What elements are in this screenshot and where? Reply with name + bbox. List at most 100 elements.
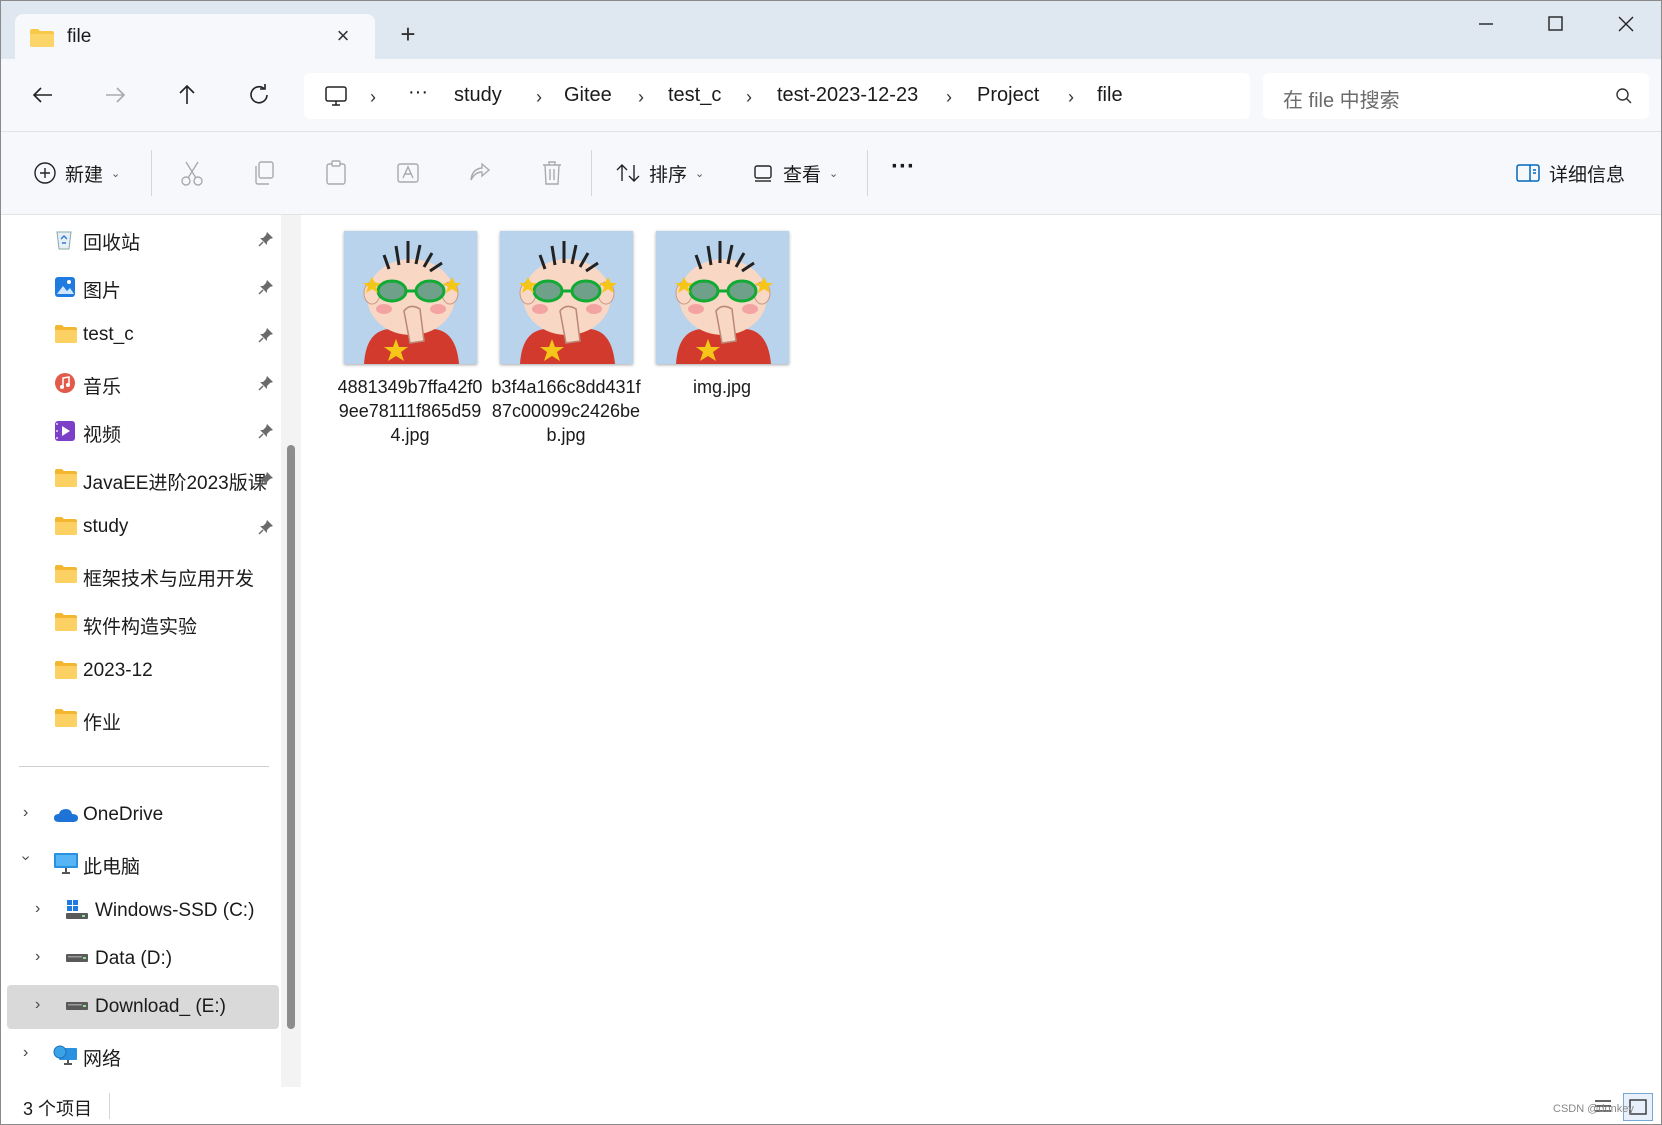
title-bar: file × +	[1, 1, 1661, 60]
sidebar-item-label: 音乐	[83, 377, 122, 398]
new-button[interactable]: 新建 ⌄	[33, 156, 120, 190]
chevron-right-icon[interactable]: ›	[23, 804, 28, 822]
sidebar-item-javaee[interactable]: JavaEE进阶2023版课	[1, 457, 279, 501]
sidebar-item-study[interactable]: study	[1, 505, 279, 549]
sidebar-item-onedrive[interactable]: › OneDrive	[1, 793, 279, 837]
navigation-bar: › ··· study › Gitee › test_c › test-2023…	[1, 59, 1661, 132]
chevron-right-icon[interactable]: ›	[23, 1044, 28, 1062]
file-item[interactable]: img.jpg	[647, 231, 797, 399]
breadcrumb-more[interactable]: ···	[408, 81, 428, 104]
sidebar-item-pictures[interactable]: 图片	[1, 265, 279, 309]
status-bar: 3 个项目 CSDN @donkey	[1, 1087, 1661, 1124]
file-name[interactable]: img.jpg	[647, 375, 797, 399]
refresh-icon[interactable]	[241, 77, 277, 113]
breadcrumb-project[interactable]: Project	[977, 84, 1039, 107]
chevron-right-icon[interactable]: ›	[35, 900, 40, 918]
sidebar-scrollbar[interactable]	[287, 445, 295, 1029]
sidebar-item-label: 回收站	[83, 233, 141, 254]
sidebar-item-label: study	[83, 516, 129, 537]
up-arrow-icon[interactable]	[169, 77, 205, 113]
sidebar-item-label: 图片	[83, 281, 122, 302]
sidebar-item-test-c[interactable]: test_c	[1, 313, 279, 357]
chevron-right-icon[interactable]: ›	[35, 948, 40, 966]
sidebar-item-framework[interactable]: 框架技术与应用开发	[1, 553, 279, 597]
chevron-right-icon[interactable]: ›	[35, 996, 40, 1014]
rename-icon[interactable]	[395, 156, 421, 190]
paste-icon[interactable]	[323, 156, 349, 190]
image-thumbnail[interactable]	[343, 231, 477, 364]
search-placeholder[interactable]: 在 file 中搜索	[1283, 84, 1400, 113]
sidebar-item-drive-d[interactable]: › Data (D:)	[1, 937, 279, 981]
chevron-down-icon: ⌄	[695, 167, 705, 180]
pin-icon[interactable]	[258, 375, 274, 391]
monitor-icon[interactable]	[324, 85, 348, 107]
copy-icon[interactable]	[251, 156, 277, 190]
file-name[interactable]: 4881349b7ffa42f09ee78111f865d594.jpg	[335, 375, 485, 447]
sidebar-item-this-pc[interactable]: › 此电脑	[1, 841, 279, 885]
breadcrumb-gitee[interactable]: Gitee	[564, 84, 612, 107]
divider	[109, 1093, 110, 1119]
file-item[interactable]: 4881349b7ffa42f09ee78111f865d594.jpg	[335, 231, 485, 447]
cut-icon[interactable]	[179, 156, 205, 190]
pin-icon[interactable]	[258, 519, 274, 535]
sidebar-item-recycle-bin[interactable]: 回收站	[1, 217, 279, 261]
breadcrumb-separator[interactable]: ›	[946, 87, 952, 108]
search-icon[interactable]	[1615, 87, 1633, 105]
breadcrumb-separator[interactable]: ›	[638, 87, 644, 108]
file-name[interactable]: b3f4a166c8dd431f87c00099c2426beb.jpg	[491, 375, 641, 447]
chevron-down-icon[interactable]: ›	[17, 855, 35, 860]
view-button[interactable]: 查看 ⌄	[751, 156, 838, 190]
close-tab-icon[interactable]: ×	[331, 24, 355, 48]
sidebar-item-videos[interactable]: 视频	[1, 409, 279, 453]
breadcrumb-file[interactable]: file	[1097, 84, 1123, 107]
breadcrumb-test-c[interactable]: test_c	[668, 84, 721, 107]
pin-icon[interactable]	[258, 471, 274, 487]
divider	[867, 150, 868, 196]
image-thumbnail[interactable]	[655, 231, 789, 364]
sort-label: 排序	[649, 164, 688, 186]
sidebar-item-label: OneDrive	[83, 804, 164, 825]
breadcrumb-separator[interactable]: ›	[746, 87, 752, 108]
close-window-icon[interactable]	[1603, 9, 1649, 39]
folder-icon	[55, 565, 77, 583]
more-options-button[interactable]: ···	[891, 150, 915, 184]
back-arrow-icon[interactable]	[25, 77, 61, 113]
sidebar-item-2023-12[interactable]: 2023-12	[1, 649, 279, 693]
details-label: 详细信息	[1549, 164, 1626, 186]
breadcrumb-separator[interactable]: ›	[1068, 87, 1074, 108]
pin-icon[interactable]	[258, 279, 274, 295]
sidebar-item-label: 2023-12	[83, 660, 153, 681]
details-pane-icon	[1516, 164, 1540, 182]
minimize-icon[interactable]	[1463, 9, 1509, 39]
pin-icon[interactable]	[258, 231, 274, 247]
address-bar[interactable]: › ··· study › Gitee › test_c › test-2023…	[304, 73, 1250, 119]
pin-icon[interactable]	[258, 423, 274, 439]
pictures-icon	[55, 277, 75, 297]
file-item[interactable]: b3f4a166c8dd431f87c00099c2426beb.jpg	[491, 231, 641, 447]
sidebar-item-network[interactable]: › 网络	[1, 1033, 279, 1077]
image-thumbnail[interactable]	[499, 231, 633, 364]
tab-file[interactable]: file ×	[15, 14, 375, 60]
breadcrumb-separator[interactable]: ›	[536, 87, 542, 108]
sidebar-item-software-lab[interactable]: 软件构造实验	[1, 601, 279, 645]
sidebar-item-drive-c[interactable]: › Windows-SSD (C:)	[1, 889, 279, 933]
sidebar-item-music[interactable]: 音乐	[1, 361, 279, 405]
delete-icon[interactable]	[539, 156, 565, 190]
share-icon[interactable]	[467, 156, 493, 190]
item-count: 3 个项目	[23, 1099, 93, 1119]
details-button[interactable]: 详细信息	[1515, 156, 1625, 190]
breadcrumb-test-2023-12-23[interactable]: test-2023-12-23	[777, 84, 918, 107]
forward-arrow-icon[interactable]	[97, 77, 133, 113]
sidebar-item-drive-e[interactable]: › Download_ (E:)	[7, 985, 279, 1029]
maximize-icon[interactable]	[1533, 9, 1579, 39]
pin-icon[interactable]	[258, 327, 274, 343]
sidebar-item-homework[interactable]: 作业	[1, 697, 279, 741]
breadcrumb-study[interactable]: study	[454, 84, 502, 107]
sidebar-item-label: Download_ (E:)	[95, 996, 226, 1017]
search-box[interactable]: 在 file 中搜索	[1263, 73, 1649, 119]
sidebar-item-label: JavaEE进阶2023版课	[83, 473, 267, 494]
breadcrumb-separator[interactable]: ›	[370, 87, 376, 108]
folder-icon	[55, 661, 77, 679]
sort-button[interactable]: 排序 ⌄	[615, 156, 704, 190]
new-tab-button[interactable]: +	[395, 21, 421, 47]
